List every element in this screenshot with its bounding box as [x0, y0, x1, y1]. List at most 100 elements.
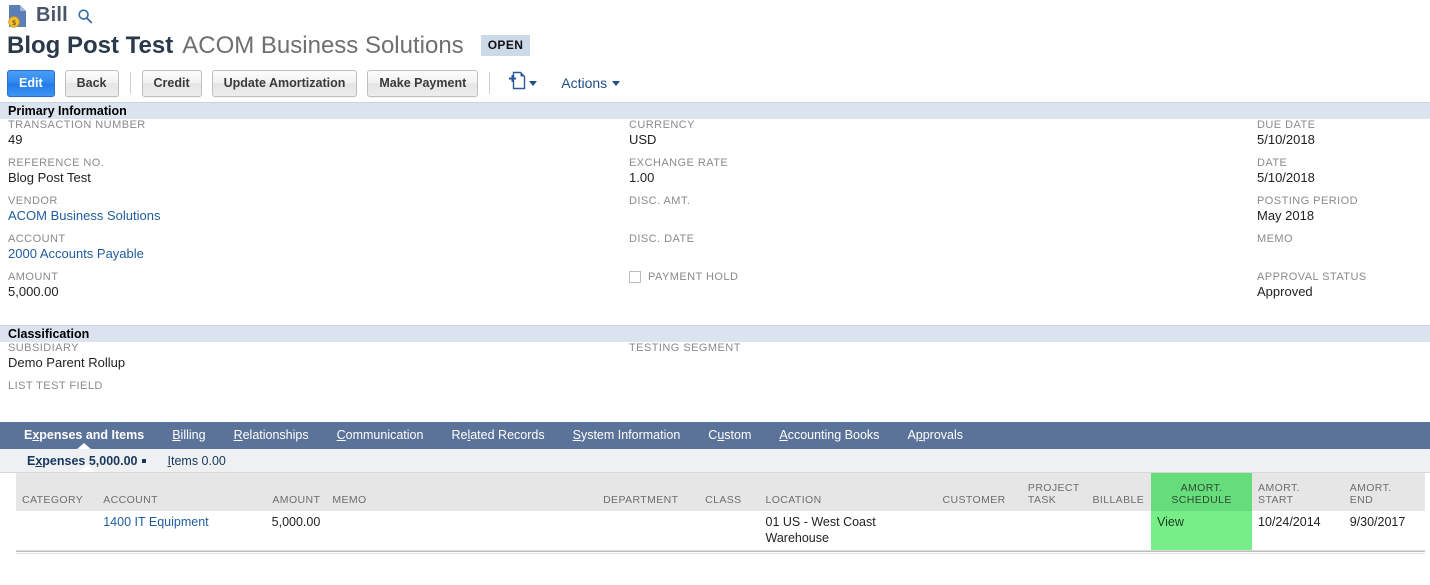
- field-account: ACCOUNT 2000 Accounts Payable: [8, 233, 608, 262]
- cell-account[interactable]: 1400 IT Equipment: [97, 511, 233, 551]
- column-header-customer[interactable]: CUSTOMER: [936, 473, 1022, 511]
- record-type-label: Bill: [36, 4, 68, 26]
- field-value: [8, 393, 608, 409]
- section-header-primary-information: Primary Information: [0, 102, 1430, 119]
- field-label: EXCHANGE RATE: [629, 157, 729, 169]
- field-amount: AMOUNT 5,000.00: [8, 271, 608, 300]
- field-vendor: VENDOR ACOM Business Solutions: [8, 195, 608, 224]
- table-bottom-rule: [16, 551, 1425, 554]
- field-label: SUBSIDIARY: [8, 342, 79, 354]
- column-header-amort-end[interactable]: AMORT. END: [1343, 473, 1425, 511]
- column-header-memo[interactable]: MEMO: [326, 473, 598, 511]
- tab-system-information[interactable]: System Information: [559, 422, 695, 449]
- field-posting-period: POSTING PERIOD May 2018: [1257, 195, 1430, 224]
- field-label: AMOUNT: [8, 271, 59, 283]
- field-value: 1.00: [629, 170, 655, 185]
- cell-class: [699, 511, 760, 551]
- expense-lines-table: CATEGORY ACCOUNT AMOUNT MEMO DEPARTMENT CLASS…: [16, 473, 1425, 551]
- cell-billable: [1086, 511, 1152, 551]
- actions-label: Actions: [561, 75, 608, 91]
- actions-menu[interactable]: Actions: [561, 75, 621, 91]
- field-payment-hold[interactable]: PAYMENT HOLD: [629, 271, 1229, 283]
- field-label: VENDOR: [8, 195, 58, 207]
- field-value: 49: [8, 132, 23, 147]
- column-header-location[interactable]: LOCATION: [759, 473, 937, 511]
- field-due-date: DUE DATE 5/10/2018: [1257, 119, 1430, 148]
- subtab-marker-icon: [141, 458, 146, 463]
- column-header-amount[interactable]: AMOUNT: [232, 473, 327, 511]
- cell-amort-sched[interactable]: View: [1151, 511, 1253, 551]
- make-payment-button[interactable]: Make Payment: [367, 69, 479, 97]
- active-subtab-indicator: [77, 465, 96, 472]
- search-icon[interactable]: [75, 8, 93, 24]
- field-date: DATE 5/10/2018: [1257, 157, 1430, 186]
- new-record-dropdown[interactable]: [508, 71, 538, 95]
- cell-customer: [936, 511, 1022, 551]
- field-value: Approved: [1257, 284, 1313, 299]
- page-subtitle: ACOM Business Solutions: [182, 31, 464, 59]
- tab-communication[interactable]: Communication: [323, 422, 438, 449]
- cell-amort-end: 9/30/2017: [1343, 511, 1425, 551]
- tab-relationships[interactable]: Relationships: [220, 422, 323, 449]
- field-label: MEMO: [1257, 233, 1294, 245]
- tab-accounting-books[interactable]: Accounting Books: [765, 422, 893, 449]
- classification-fields: SUBSIDIARY Demo Parent Rollup LIST TEST …: [0, 342, 1430, 420]
- classification-column-left: SUBSIDIARY Demo Parent Rollup LIST TEST …: [8, 342, 608, 418]
- field-value: [629, 208, 1229, 224]
- field-testing-segment: TESTING SEGMENT: [629, 342, 1229, 371]
- field-value: [629, 355, 1229, 371]
- subtab-items[interactable]: Items 0.00: [157, 449, 237, 473]
- payment-hold-checkbox[interactable]: [629, 271, 641, 283]
- column-header-department[interactable]: DEPARTMENT: [597, 473, 700, 511]
- vendor-link[interactable]: ACOM Business Solutions: [8, 208, 608, 224]
- column-header-category[interactable]: CATEGORY: [16, 473, 98, 511]
- classification-column-middle: TESTING SEGMENT: [629, 342, 1229, 380]
- field-value: 5,000.00: [8, 284, 59, 299]
- sublist-tab-bar: Expenses 5,000.00 Items 0.00: [0, 449, 1430, 473]
- update-amortization-button[interactable]: Update Amortization: [211, 69, 358, 97]
- cell-amort-start: 10/24/2014: [1252, 511, 1344, 551]
- tab-billing[interactable]: Billing: [158, 422, 219, 449]
- column-header-task[interactable]: PROJECT TASK: [1021, 473, 1087, 511]
- back-button[interactable]: Back: [64, 69, 119, 97]
- tab-related-records[interactable]: Related Records: [437, 422, 558, 449]
- cell-department: [597, 511, 700, 551]
- primary-column-left: TRANSACTION NUMBER 49 REFERENCE NO. Blog…: [8, 119, 608, 309]
- chevron-down-icon-actions: [612, 80, 621, 86]
- column-header-account[interactable]: ACCOUNT: [97, 473, 233, 511]
- payment-hold-label: PAYMENT HOLD: [648, 271, 739, 283]
- expense-lines-table-wrap: CATEGORY ACCOUNT AMOUNT MEMO DEPARTMENT CLASS…: [0, 473, 1430, 551]
- tab-custom[interactable]: Custom: [694, 422, 765, 449]
- chevron-down-icon: [529, 80, 538, 86]
- cell-memo: [326, 511, 598, 551]
- column-header-amort-sched[interactable]: AMORT. SCHEDULE: [1151, 473, 1253, 511]
- status-badge: OPEN: [480, 35, 531, 56]
- tab-approvals[interactable]: Approvals: [893, 422, 977, 449]
- account-link[interactable]: 2000 Accounts Payable: [8, 246, 608, 262]
- toolbar-divider: [129, 72, 131, 94]
- edit-button[interactable]: Edit: [7, 69, 55, 97]
- column-header-amort-start[interactable]: AMORT. START: [1252, 473, 1344, 511]
- field-label: TRANSACTION NUMBER: [8, 119, 146, 131]
- primary-column-middle: CURRENCY USD EXCHANGE RATE 1.00 DISC. AM…: [629, 119, 1229, 283]
- field-label: DISC. AMT.: [629, 195, 691, 207]
- field-label: ACCOUNT: [8, 233, 66, 245]
- field-label: LIST TEST FIELD: [8, 380, 103, 392]
- main-tab-bar: Expenses and Items Billing Relationships Co…: [0, 422, 1430, 450]
- column-header-billable[interactable]: BILLABLE: [1086, 473, 1152, 511]
- bill-document-icon: $: [7, 4, 29, 28]
- field-label: DUE DATE: [1257, 119, 1316, 131]
- field-value: May 2018: [1257, 208, 1315, 223]
- new-document-icon: [508, 71, 526, 95]
- toolbar-divider-2: [489, 72, 491, 94]
- credit-button[interactable]: Credit: [141, 69, 202, 97]
- column-header-class[interactable]: CLASS: [699, 473, 760, 511]
- cell-amount: 5,000.00: [232, 511, 327, 551]
- record-type-header: $ Bill: [0, 0, 1430, 28]
- field-value: 5/10/2018: [1257, 170, 1315, 185]
- field-currency: CURRENCY USD: [629, 119, 1229, 148]
- field-value: Blog Post Test: [8, 170, 91, 185]
- table-row[interactable]: 1400 IT Equipment 5,000.00 01 US - West Co…: [16, 511, 1425, 551]
- field-subsidiary: SUBSIDIARY Demo Parent Rollup: [8, 342, 608, 371]
- field-label: TESTING SEGMENT: [629, 342, 741, 354]
